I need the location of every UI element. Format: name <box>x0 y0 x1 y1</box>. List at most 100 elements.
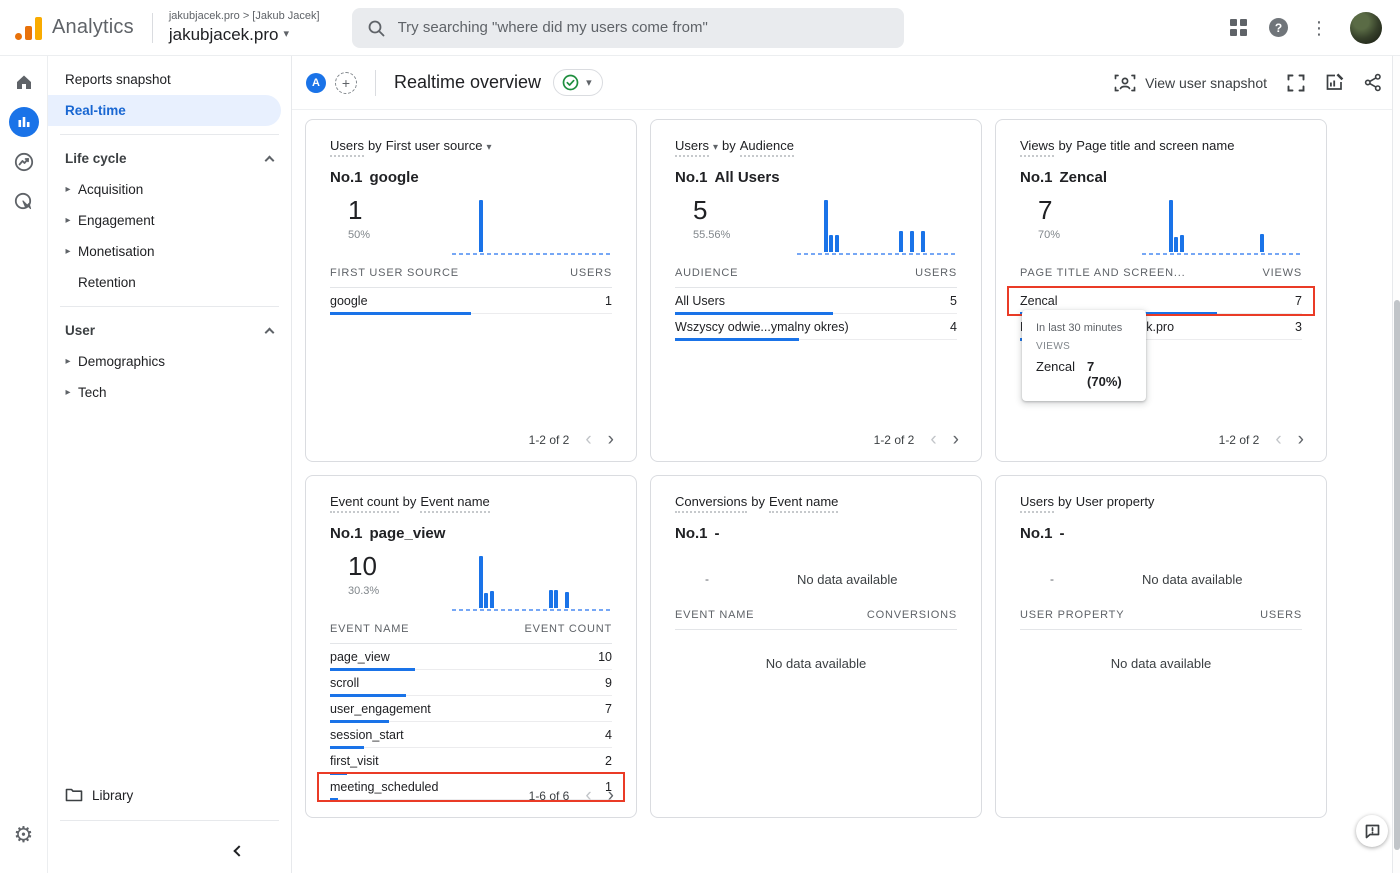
pagination-label: 1-2 of 2 <box>1219 433 1260 447</box>
card-dimension[interactable]: First user source <box>386 138 483 153</box>
card-dimension[interactable]: Event name <box>769 494 838 513</box>
more-vert-icon[interactable]: ⋮ <box>1310 19 1328 37</box>
analytics-logo[interactable]: Analytics <box>14 15 134 41</box>
pagination: 1-6 of 6‹› <box>529 786 614 805</box>
table-row[interactable]: google1 <box>330 288 612 314</box>
feedback-button[interactable] <box>1356 815 1388 847</box>
metric-caret-icon[interactable]: ▾ <box>713 142 718 153</box>
value-spark-row: 1030.3% <box>330 551 612 611</box>
table-header: PAGE TITLE AND SCREEN...VIEWS <box>1020 267 1302 288</box>
property-selector[interactable]: jakubjacek.pro > [Jakub Jacek] jakubjace… <box>169 10 320 45</box>
sparkline <box>797 197 957 255</box>
fullscreen-button[interactable] <box>1287 74 1305 92</box>
table-row[interactable]: scroll9 <box>330 670 612 696</box>
pagination-prev-icon[interactable]: ‹ <box>930 430 936 449</box>
sidebar-section-user[interactable]: User <box>48 315 291 346</box>
sidebar-item-label: Reports snapshot <box>65 72 171 87</box>
sidebar-section-life-cycle[interactable]: Life cycle <box>48 143 291 174</box>
card-title: ConversionsbyEvent name <box>675 494 957 511</box>
table-row[interactable]: user_engagement7 <box>330 696 612 722</box>
user-avatar[interactable] <box>1350 12 1382 44</box>
home-icon <box>14 72 34 92</box>
column-header-dimension: AUDIENCE <box>675 267 738 279</box>
customize-report-button[interactable] <box>1325 73 1344 92</box>
advertising-icon <box>13 191 35 213</box>
apps-grid-icon[interactable] <box>1230 19 1247 36</box>
table-row[interactable]: first_visit2 <box>330 748 612 774</box>
admin-settings-button[interactable]: ⚙ <box>4 815 44 855</box>
row-share-bar <box>330 772 347 775</box>
app-bar: Analytics jakubjacek.pro > [Jakub Jacek]… <box>0 0 1400 56</box>
card-dimension[interactable]: Audience <box>740 138 794 157</box>
sidebar-item-reports-snapshot[interactable]: Reports snapshot <box>48 64 291 95</box>
explore-nav-button[interactable] <box>4 142 44 182</box>
scrollbar-thumb[interactable] <box>1394 300 1400 850</box>
table-header: EVENT NAMECONVERSIONS <box>675 609 957 630</box>
spark-bar <box>1180 235 1184 252</box>
property-name: jakubjacek.pro <box>169 24 279 45</box>
empty-table-text: No data available <box>675 656 957 671</box>
spark-bar <box>1260 234 1264 252</box>
spark-bar <box>549 590 553 608</box>
table-row[interactable]: session_start4 <box>330 722 612 748</box>
reports-nav-button[interactable] <box>4 102 44 142</box>
search-bar[interactable] <box>352 8 904 48</box>
advertising-nav-button[interactable] <box>4 182 44 222</box>
sidebar-item-library[interactable]: Library <box>48 778 291 812</box>
table-row[interactable]: page_view10 <box>330 644 612 670</box>
sidebar-item-acquisition[interactable]: ▸ Acquisition <box>48 174 291 205</box>
help-icon[interactable]: ? <box>1269 18 1288 37</box>
add-comparison-button[interactable]: + <box>335 72 357 94</box>
no-data-text: No data available <box>797 572 897 587</box>
row-label: user_engagement <box>330 702 431 716</box>
card-metric[interactable]: Users <box>675 138 709 157</box>
report-card: UsersbyFirst user source▾No.1google150%F… <box>305 119 637 462</box>
tooltip-name: Zencal <box>1036 359 1075 389</box>
card-dimension[interactable]: User property <box>1076 494 1155 509</box>
pagination-prev-icon[interactable]: ‹ <box>585 786 591 805</box>
card-dimension[interactable]: Page title and screen name <box>1076 138 1234 153</box>
no1-value: - <box>1060 525 1065 542</box>
expand-arrow-icon: ▸ <box>58 215 78 226</box>
report-card: ConversionsbyEvent nameNo.1--No data ava… <box>650 475 982 818</box>
card-metric[interactable]: Conversions <box>675 494 747 513</box>
row-share-bar <box>330 798 338 801</box>
sidebar-item-real-time[interactable]: Real-time <box>48 95 281 126</box>
sidebar-item-label: Monetisation <box>78 244 155 259</box>
dimension-caret-icon[interactable]: ▾ <box>487 142 492 153</box>
pagination-next-icon[interactable]: › <box>1298 430 1304 449</box>
card-metric[interactable]: Users <box>330 138 364 157</box>
home-nav-button[interactable] <box>4 62 44 102</box>
pagination-prev-icon[interactable]: ‹ <box>585 430 591 449</box>
collapse-sidebar-icon[interactable] <box>233 845 244 856</box>
search-input[interactable] <box>398 19 878 36</box>
sidebar-item-demographics[interactable]: ▸ Demographics <box>48 346 291 377</box>
column-header-metric: CONVERSIONS <box>867 609 957 621</box>
row-share-bar <box>330 720 389 723</box>
card-title-joiner: by <box>1058 138 1072 153</box>
spark-bar <box>835 235 839 252</box>
customize-report-icon <box>1325 73 1344 92</box>
sidebar-item-engagement[interactable]: ▸ Engagement <box>48 205 291 236</box>
table-row[interactable]: Wszyscy odwie...ymalny okres)4 <box>675 314 957 340</box>
table-row[interactable]: All Users5 <box>675 288 957 314</box>
column-header-metric: USERS <box>915 267 957 279</box>
pagination-next-icon[interactable]: › <box>953 430 959 449</box>
card-metric[interactable]: Views <box>1020 138 1054 157</box>
pagination-prev-icon[interactable]: ‹ <box>1275 430 1281 449</box>
report-status-pill[interactable]: ▾ <box>553 69 603 96</box>
pagination-next-icon[interactable]: › <box>608 786 614 805</box>
card-metric[interactable]: Event count <box>330 494 399 513</box>
sidebar-item-tech[interactable]: ▸ Tech <box>48 377 291 408</box>
column-header-dimension: EVENT NAME <box>330 623 409 635</box>
sidebar-item-retention[interactable]: Retention <box>48 267 291 298</box>
share-button[interactable] <box>1364 73 1382 92</box>
product-name: Analytics <box>52 16 134 39</box>
metric-big-value: 1 <box>348 195 370 225</box>
card-dimension[interactable]: Event name <box>420 494 489 513</box>
card-metric[interactable]: Users <box>1020 494 1054 513</box>
pagination-next-icon[interactable]: › <box>608 430 614 449</box>
comparison-chip[interactable]: A <box>306 73 326 93</box>
view-user-snapshot-button[interactable]: View user snapshot <box>1114 74 1267 92</box>
sidebar-item-monetisation[interactable]: ▸ Monetisation <box>48 236 291 267</box>
